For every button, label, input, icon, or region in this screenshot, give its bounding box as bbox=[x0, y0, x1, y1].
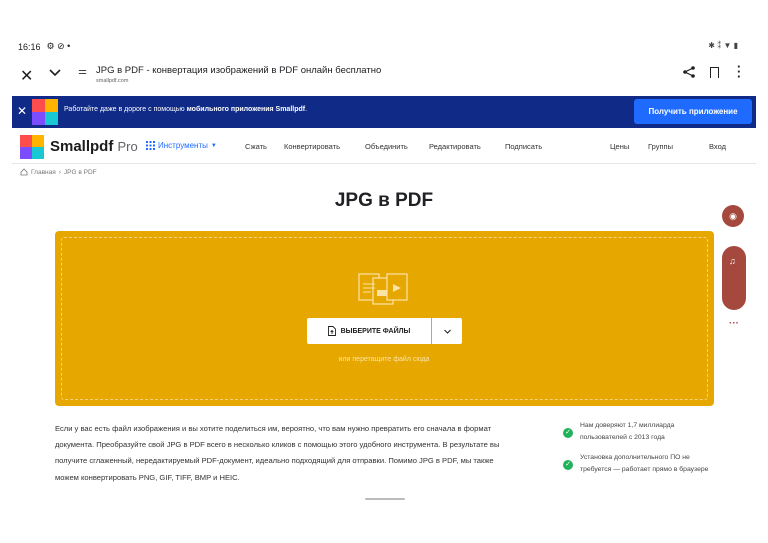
tools-menu[interactable]: Инструменты ▼ bbox=[146, 141, 217, 150]
breadcrumb-current: JPG в PDF bbox=[63, 168, 97, 176]
nav-merge[interactable]: Объединить bbox=[365, 142, 408, 151]
site-navbar: Smallpdf Pro Инструменты ▼ Сжать Конверт… bbox=[12, 130, 756, 164]
drop-hint: или перетащите файл сюда bbox=[338, 356, 430, 363]
grid-icon bbox=[146, 141, 155, 150]
get-app-button[interactable]: Получить приложение bbox=[634, 99, 752, 124]
nav-teams[interactable]: Группы bbox=[648, 142, 673, 151]
floating-toolbar[interactable]: ♫ bbox=[722, 246, 746, 310]
app-promo-banner: ✕ Работайте даже в дороге с помощью моби… bbox=[12, 96, 756, 128]
music-icon: ♫ bbox=[729, 256, 736, 266]
custom-tab-toolbar: ✕ ⚌ JPG в PDF - конвертация изображений … bbox=[0, 58, 768, 92]
breadcrumb-home[interactable]: Главная bbox=[31, 169, 56, 176]
tab-title: JPG в PDF - конвертация изображений в PD… bbox=[96, 65, 382, 76]
status-indicators: ✱ ⁑ ▼ ▮ bbox=[708, 41, 738, 50]
brand-name[interactable]: Smallpdf Pro bbox=[50, 138, 138, 155]
nav-edit[interactable]: Редактировать bbox=[429, 142, 481, 151]
trust-item: ✓ Установка дополнительного ПО не требуе… bbox=[563, 452, 723, 476]
tune-icon[interactable]: ⚌ bbox=[78, 66, 87, 77]
trust-list: ✓ Нам доверяют 1,7 миллиарда пользовател… bbox=[563, 420, 723, 484]
check-icon: ✓ bbox=[563, 460, 573, 470]
share-icon[interactable] bbox=[682, 65, 696, 79]
audio-widget-icon[interactable]: ◉ bbox=[722, 205, 744, 227]
status-icons: ⚙ ⊘ • bbox=[46, 41, 71, 51]
upload-source-dropdown[interactable] bbox=[432, 318, 462, 344]
smallpdf-logo[interactable] bbox=[20, 135, 44, 159]
more-vert-icon[interactable]: · · · bbox=[737, 60, 741, 83]
tab-url: smallpdf.com bbox=[96, 78, 129, 84]
nav-compress[interactable]: Сжать bbox=[245, 142, 267, 151]
choose-files-label: ВЫБЕРИТЕ ФАЙЛЫ bbox=[340, 327, 411, 335]
home-icon bbox=[20, 168, 28, 176]
page-bottom bbox=[0, 500, 768, 543]
description-text: Если у вас есть файл изображения и вы хо… bbox=[55, 424, 500, 482]
nav-pricing[interactable]: Цены bbox=[610, 142, 629, 151]
status-bar-right: ✱ ⁑ ▼ ▮ bbox=[708, 41, 738, 50]
bookmark-icon[interactable] bbox=[710, 67, 719, 78]
promo-text: Работайте даже в дороге с помощью мобиль… bbox=[64, 106, 308, 113]
screen: 16:16 ⚙ ⊘ • ✱ ⁑ ▼ ▮ ✕ ⚌ JPG в PDF - конв… bbox=[0, 0, 768, 543]
upload-file-icon bbox=[327, 326, 336, 336]
status-bar-left: 16:16 ⚙ ⊘ • bbox=[18, 41, 70, 52]
chevron-down-icon[interactable] bbox=[48, 65, 62, 79]
nav-convert[interactable]: Конвертировать bbox=[284, 142, 340, 151]
choose-files-button[interactable]: ВЫБЕРИТЕ ФАЙЛЫ bbox=[307, 318, 431, 344]
page-title: JPG в PDF bbox=[334, 190, 434, 211]
caret-down-icon: ▼ bbox=[210, 142, 217, 149]
smallpdf-logo bbox=[32, 99, 58, 125]
breadcrumb: Главная › JPG в PDF bbox=[20, 168, 97, 176]
close-icon[interactable]: ✕ bbox=[17, 104, 27, 118]
nav-sign[interactable]: Подписать bbox=[505, 142, 542, 151]
trust-item: ✓ Нам доверяют 1,7 миллиарда пользовател… bbox=[563, 420, 723, 444]
nav-login[interactable]: Вход bbox=[709, 142, 726, 151]
chevron-down-icon bbox=[443, 329, 451, 334]
close-icon[interactable]: ✕ bbox=[20, 66, 33, 86]
tools-label: Инструменты bbox=[158, 141, 208, 150]
check-icon: ✓ bbox=[563, 428, 573, 438]
more-horiz-icon[interactable]: ··· bbox=[722, 318, 746, 342]
files-illustration-icon bbox=[358, 273, 408, 305]
breadcrumb-separator: › bbox=[58, 168, 61, 176]
status-time: 16:16 bbox=[18, 41, 41, 52]
gesture-handle[interactable] bbox=[365, 498, 405, 500]
